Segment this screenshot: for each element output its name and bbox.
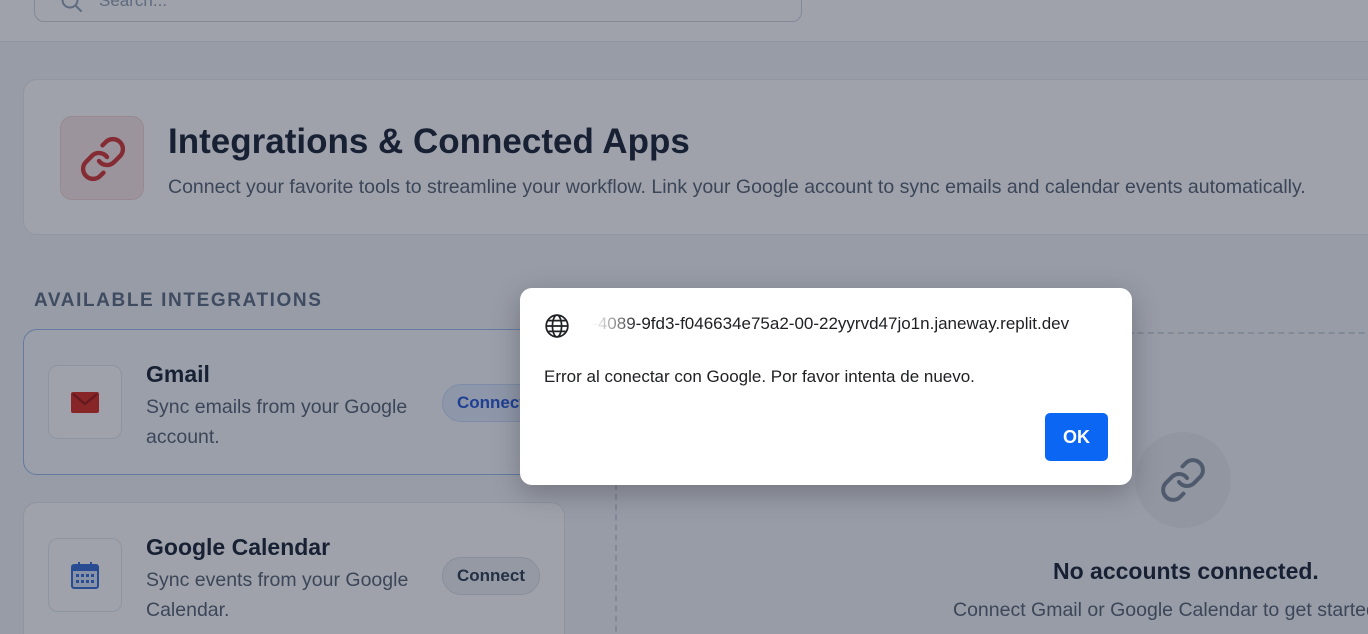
origin-fade — [578, 314, 638, 334]
dialog-origin: 0f-4089-9fd3-f046634e75a2-00-22yyrvd47jo… — [578, 314, 1108, 334]
globe-icon — [545, 314, 569, 338]
dialog-message: Error al conectar con Google. Por favor … — [544, 367, 975, 386]
alert-dialog: 0f-4089-9fd3-f046634e75a2-00-22yyrvd47jo… — [520, 288, 1132, 485]
ok-button[interactable]: OK — [1045, 413, 1108, 461]
dialog-origin-text: 0f-4089-9fd3-f046634e75a2-00-22yyrvd47jo… — [578, 314, 1070, 333]
